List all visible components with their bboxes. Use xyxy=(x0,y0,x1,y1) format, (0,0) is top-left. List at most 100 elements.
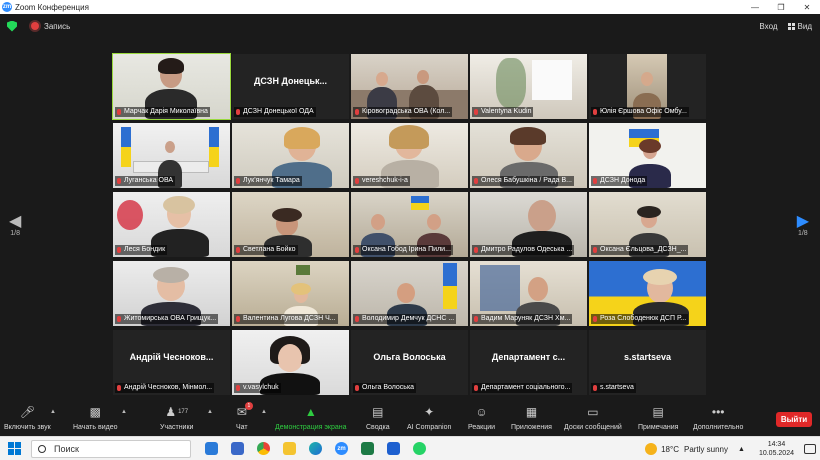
video-tile[interactable]: Юлія Єршова Офіс Омбу... xyxy=(589,54,706,119)
video-tile[interactable]: s.startseva s.startseva xyxy=(589,330,706,395)
window-title: Zoom Конференция xyxy=(15,2,89,12)
summary-button[interactable]: ▤ Сводка xyxy=(366,404,390,431)
apps-button[interactable]: ▦ Приложения xyxy=(511,404,552,431)
next-page-button[interactable]: ▶ 1/8 xyxy=(796,213,809,238)
chrome-icon[interactable] xyxy=(257,442,270,455)
mic-off-icon: 🎤︎ xyxy=(19,405,35,419)
video-tile[interactable]: Оксана Єльцова_ДСЗН_... xyxy=(589,192,706,257)
participant-name: Валентина Лугова ДСЗН Ч... xyxy=(234,314,338,324)
whiteboards-button[interactable]: ▭ Доски сообщений xyxy=(564,404,622,431)
chat-button[interactable]: ✉ 1 Чат xyxy=(236,402,253,431)
windows-start-icon[interactable] xyxy=(8,442,21,455)
video-tile[interactable]: Дмитро Радулов Одеська ... xyxy=(470,192,587,257)
mic-muted-icon xyxy=(593,178,597,184)
exit-button[interactable]: Вход xyxy=(759,22,777,31)
mic-muted-icon xyxy=(117,247,121,253)
video-tile[interactable]: Андрій Чесноков... Андрій Чесноков, Мінм… xyxy=(113,330,230,395)
notification-icon[interactable] xyxy=(804,444,816,454)
mic-muted-icon xyxy=(236,316,240,322)
video-tile[interactable]: Ольга Волоська Ольга Волоська xyxy=(351,330,468,395)
mic-muted-icon xyxy=(355,178,359,184)
video-tile[interactable]: Марчак Дарія Миколаївна xyxy=(112,53,231,120)
weather-text[interactable]: Partly sunny xyxy=(684,445,728,454)
video-tile[interactable]: v.vasylchuk xyxy=(232,330,349,395)
chevron-right-icon: ▶ xyxy=(796,213,809,230)
video-tile[interactable]: Луганська ОВА xyxy=(113,123,230,188)
taskbar-clock[interactable]: 14:34 10.05.2024 xyxy=(759,440,794,458)
video-tile[interactable]: Роза Слободенюк ДСП Р... xyxy=(589,261,706,326)
security-shield-icon[interactable] xyxy=(7,20,17,32)
participants-button[interactable]: ♟ 177 Участники xyxy=(160,404,193,431)
taskbar-search[interactable]: Поиск xyxy=(31,439,191,458)
unmute-button[interactable]: 🎤︎ Включить звук xyxy=(4,404,51,431)
file-explorer-icon[interactable] xyxy=(283,442,296,455)
participant-big-name: ДСЗН Донецьк... xyxy=(254,76,327,86)
mic-muted-icon xyxy=(236,178,240,184)
summary-icon: ▤ xyxy=(372,405,384,419)
mic-muted-icon xyxy=(355,109,359,115)
video-tile[interactable]: Кіровоградська ОВА (Кол... xyxy=(351,54,468,119)
reaction-icon: ☺ xyxy=(475,405,488,419)
video-tile[interactable]: Valentyna Kudin xyxy=(470,54,587,119)
leave-button[interactable]: Выйти xyxy=(776,412,812,427)
participant-name: Андрій Чесноков, Мінмол... xyxy=(115,383,215,393)
video-tile[interactable]: Департамент с... Департамент соціального… xyxy=(470,330,587,395)
mic-muted-icon xyxy=(117,385,121,391)
start-video-button[interactable]: ▩ Начать видео xyxy=(73,404,117,431)
whatsapp-icon[interactable] xyxy=(413,442,426,455)
share-screen-button[interactable]: ▲ Демонстрация экрана xyxy=(275,404,347,431)
chat-options-caret[interactable]: ▲ xyxy=(261,409,267,415)
restore-icon[interactable]: ❐ xyxy=(768,0,794,14)
calculator-icon[interactable] xyxy=(231,442,244,455)
video-tile[interactable]: Вадим Маруняк ДСЗН Хм... xyxy=(470,261,587,326)
mic-muted-icon xyxy=(593,385,597,391)
widgets-icon[interactable] xyxy=(205,442,218,455)
video-tile[interactable]: Володимир Демчук ДСНС ... xyxy=(351,261,468,326)
participant-name: ДСЗН Донода xyxy=(591,176,648,186)
chevron-left-icon: ◀ xyxy=(9,213,22,230)
weather-sun-icon xyxy=(645,443,658,455)
video-tile[interactable]: Лук'янчук Тамара xyxy=(232,123,349,188)
search-label: Поиск xyxy=(54,443,79,454)
word-icon[interactable] xyxy=(387,442,400,455)
close-icon[interactable]: ✕ xyxy=(794,0,820,14)
more-dots-icon: ••• xyxy=(711,405,725,419)
video-tile[interactable]: Житомирська ОВА Грищук... xyxy=(113,261,230,326)
windows-taskbar: Поиск zm 18°C Partly sunny ▲ 14:34 10.05… xyxy=(0,436,820,460)
previous-page-button[interactable]: ◀ 1/8 xyxy=(9,213,22,238)
mic-muted-icon xyxy=(474,178,478,184)
video-options-caret[interactable]: ▲ xyxy=(121,409,127,415)
audio-options-caret[interactable]: ▲ xyxy=(50,409,56,415)
more-button[interactable]: ••• Дополнительно xyxy=(693,404,743,431)
mic-muted-icon xyxy=(117,109,121,115)
mic-muted-icon xyxy=(474,385,478,391)
video-tile[interactable]: vereshchuk-i-a xyxy=(351,123,468,188)
weather-temp[interactable]: 18°C xyxy=(661,445,679,454)
video-tile[interactable]: ДСЗН Донецьк... ДСЗН Донецької ОДА xyxy=(232,54,349,119)
gallery-view: Марчак Дарія Миколаївна ДСЗН Донецьк... … xyxy=(112,53,706,395)
participant-name: Оксана Єльцова_ДСЗН_... xyxy=(591,245,689,255)
ai-companion-button[interactable]: ✦ AI Companion xyxy=(407,404,451,431)
tray-chevron-icon[interactable]: ▲ xyxy=(738,446,745,453)
minimize-icon[interactable]: — xyxy=(742,0,768,14)
video-tile[interactable]: Светлана Бойко xyxy=(232,192,349,257)
whiteboard-icon: ▭ xyxy=(587,405,599,419)
excel-icon[interactable] xyxy=(361,442,374,455)
mic-muted-icon xyxy=(474,109,478,115)
participant-name: vereshchuk-i-a xyxy=(353,176,410,186)
participants-options-caret[interactable]: ▲ xyxy=(207,409,213,415)
participant-big-name: Департамент с... xyxy=(491,352,566,362)
video-tile[interactable]: Леся Бондик xyxy=(113,192,230,257)
recording-label[interactable]: Запись xyxy=(44,22,70,31)
mic-muted-icon xyxy=(117,178,121,184)
video-tile[interactable]: Олеся Бабушкіна / Рада В... xyxy=(470,123,587,188)
zoom-taskbar-icon[interactable]: zm xyxy=(335,442,348,455)
reactions-button[interactable]: ☺ Реакции xyxy=(468,404,495,431)
mic-muted-icon xyxy=(474,247,478,253)
edge-icon[interactable] xyxy=(309,442,322,455)
view-button[interactable]: Вид xyxy=(787,22,812,31)
video-tile[interactable]: Оксана Гобод Ірина Пили... xyxy=(351,192,468,257)
video-tile[interactable]: ДСЗН Донода xyxy=(589,123,706,188)
notes-button[interactable]: ▤ Примечания xyxy=(638,404,678,431)
video-tile[interactable]: Валентина Лугова ДСЗН Ч... xyxy=(232,261,349,326)
